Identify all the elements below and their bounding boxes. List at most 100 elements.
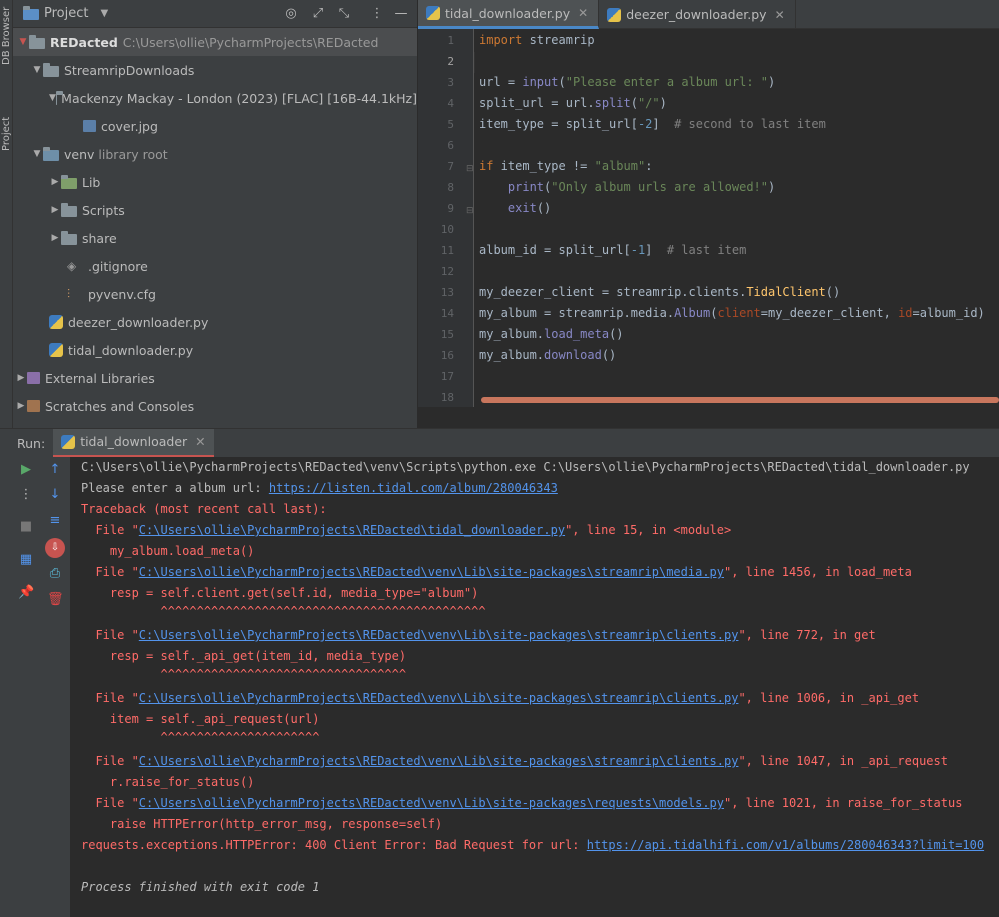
tree-item-label: Mackenzy Mackay - London (2023) [FLAC] [… [61,90,417,106]
run-tab-label: tidal_downloader [80,434,188,449]
console-link[interactable]: C:\Users\ollie\PycharmProjects\REDacted\… [139,523,565,537]
root-path: C:\Users\ollie\PycharmProjects\REDacted [122,34,379,50]
tree-item-deezer[interactable]: deezer_downloader.py [13,308,417,336]
line-number: 15 [440,328,454,341]
down-arrow-icon[interactable]: ↓ [47,487,63,503]
chevron-down-icon[interactable]: ▼ [100,8,108,19]
options-menu-icon[interactable]: ⋮ [369,6,385,22]
print-icon[interactable]: ⎙ [47,566,63,582]
tab-deezer-downloader[interactable]: deezer_downloader.py ✕ [599,0,796,29]
fold-end-icon[interactable]: ⊟ [466,206,474,216]
chevron-right-icon[interactable]: ▶ [15,401,27,411]
chevron-down-icon[interactable]: ▼ [17,37,29,47]
console-link[interactable]: https://listen.tidal.com/album/280046343 [269,481,558,495]
line-number: 7 [447,160,454,173]
rerun-icon[interactable]: ▶ [18,462,34,478]
collapse-all-icon[interactable]: ⤡ [336,6,352,22]
tree-item-scratches[interactable]: ▶ Scratches and Consoles [13,392,417,420]
tree-item-external-libraries[interactable]: ▶ External Libraries [13,364,417,392]
console-link[interactable]: C:\Users\ollie\PycharmProjects\REDacted\… [139,628,739,642]
line-number: 8 [447,181,454,194]
stop-icon[interactable]: ■ [18,519,34,535]
tree-item-label: deezer_downloader.py [68,314,209,330]
chevron-down-icon[interactable]: ▼ [31,149,43,159]
line-number: 12 [440,265,454,278]
tree-item-venv[interactable]: ▼ venv library root [13,140,417,168]
tree-item-scripts[interactable]: ▶ Scripts [13,196,417,224]
git-file-icon: ◈ [67,259,77,273]
python-file-icon [49,343,63,357]
line-number: 11 [440,244,454,257]
tree-item-root[interactable]: ▼ REDacted C:\Users\ollie\PycharmProject… [13,28,417,56]
console-line: Process finished with exit code 1 [81,880,320,894]
run-tab-tidal[interactable]: tidal_downloader ✕ [53,428,214,458]
tree-item-tidal[interactable]: tidal_downloader.py [13,336,417,364]
db-browser-tab[interactable]: DB Browser [0,4,13,68]
python-file-icon [426,6,440,20]
pin-icon[interactable]: 📌 [18,585,34,601]
close-icon[interactable]: ✕ [195,434,205,449]
console-line: Traceback (most recent call last): [81,502,327,516]
library-icon [27,372,40,384]
trash-icon[interactable]: 🗑 [47,592,64,608]
console-line: File "C:\Users\ollie\PycharmProjects\RED… [81,754,948,768]
console-link[interactable]: https://api.tidalhifi.com/v1/albums/2800… [587,838,984,852]
chevron-down-icon[interactable]: ▼ [49,93,56,103]
chevron-right-icon[interactable]: ▶ [49,233,61,243]
tree-item-cover[interactable]: cover.jpg [13,112,417,140]
line-number: 18 [440,391,454,404]
folder-icon [29,34,45,49]
console-link[interactable]: C:\Users\ollie\PycharmProjects\REDacted\… [139,565,724,579]
code-line-9: exit() [507,201,552,215]
hide-panel-icon[interactable]: — [393,6,409,22]
layout-icon[interactable]: ▦ [18,552,34,568]
project-panel-title[interactable]: Project [44,6,88,21]
tree-item-streamrip[interactable]: ▼ StreamripDownloads [13,56,417,84]
tree-item-album[interactable]: ▼ Mackenzy Mackay - London (2023) [FLAC]… [13,84,417,112]
line-number: 3 [447,76,454,89]
console-output[interactable]: C:\Users\ollie\PycharmProjects\REDacted\… [70,457,999,917]
tree-item-label: pyvenv.cfg [88,286,156,302]
run-tool-bar: Run: tidal_downloader ✕ [0,428,999,458]
soft-wrap-icon[interactable]: ≡ [47,513,63,529]
code-editor[interactable]: import streamrip url = input("Please ent… [475,29,999,407]
locate-icon[interactable]: ◎ [283,6,299,22]
tree-item-gitignore[interactable]: ◈ .gitignore [13,252,417,280]
chevron-down-icon[interactable]: ▼ [31,65,43,75]
chevron-right-icon[interactable]: ▶ [49,177,61,187]
run-label: Run: [17,435,46,451]
tree-item-share[interactable]: ▶ share [13,224,417,252]
console-line: Please enter a album url: https://listen… [81,481,558,495]
expand-all-icon[interactable]: ⤢ [310,6,326,22]
console-line: C:\Users\ollie\PycharmProjects\REDacted\… [81,460,970,474]
console-link[interactable]: C:\Users\ollie\PycharmProjects\REDacted\… [139,796,724,810]
project-tool-tab[interactable]: Project [0,108,13,160]
close-icon[interactable]: ✕ [775,8,785,22]
chevron-right-icon[interactable]: ▶ [15,373,27,383]
horizontal-scrollbar[interactable] [481,397,999,403]
code-line-3: url = input("Please enter a album url: "… [479,75,776,89]
tab-tidal-downloader[interactable]: tidal_downloader.py ✕ [418,0,600,29]
chevron-right-icon[interactable]: ▶ [49,205,61,215]
console-line: r.raise_for_status() [81,775,255,789]
code-line-13: my_deezer_client = streamrip.clients.Tid… [479,285,841,299]
code-line-5: item_type = split_url[-2] # second to la… [479,117,826,131]
tree-item-lib[interactable]: ▶ Lib [13,168,417,196]
code-line-1: import streamrip [479,33,595,47]
fold-icon[interactable]: ⊟ [466,164,474,174]
console-link[interactable]: C:\Users\ollie\PycharmProjects\REDacted\… [139,691,739,705]
scratch-icon [27,400,40,412]
console-link[interactable]: C:\Users\ollie\PycharmProjects\REDacted\… [139,754,739,768]
tab-label: deezer_downloader.py [626,7,767,22]
tree-item-pyvenv[interactable]: ⫶ pyvenv.cfg [13,280,417,308]
line-number: 5 [447,118,454,131]
close-icon[interactable]: ✕ [578,6,588,20]
up-arrow-icon[interactable]: ↑ [47,462,63,478]
more-options-icon[interactable]: ⋮ [18,487,34,503]
console-line: File "C:\Users\ollie\PycharmProjects\RED… [81,796,963,810]
scroll-to-end-icon[interactable]: ⇩ [45,538,65,558]
console-line: ^^^^^^^^^^^^^^^^^^^^^^^^^^^^^^^^^^ [81,667,407,681]
folder-icon [61,174,77,189]
tree-item-label: .gitignore [88,258,148,274]
console-line: File "C:\Users\ollie\PycharmProjects\RED… [81,628,876,642]
